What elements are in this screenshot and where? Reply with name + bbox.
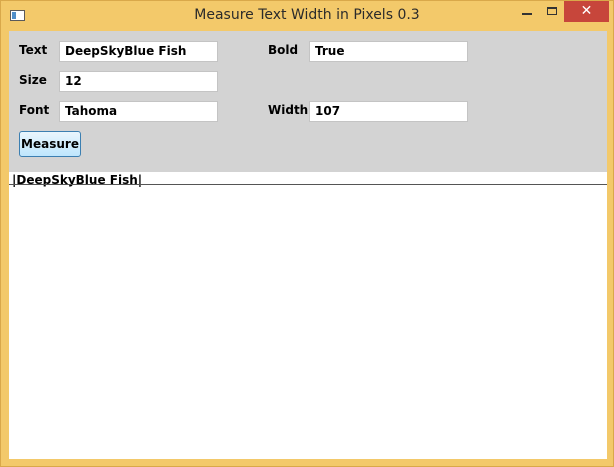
measure-button[interactable]: Measure	[19, 131, 81, 157]
size-label: Size	[19, 73, 47, 87]
bold-field[interactable]: True	[309, 41, 468, 62]
minimize-button[interactable]	[514, 1, 540, 22]
close-button[interactable]: ✕	[564, 1, 609, 22]
text-preview-canvas: |DeepSkyBlue Fish|	[9, 172, 607, 459]
text-label: Text	[19, 43, 48, 57]
minimize-icon	[522, 13, 532, 15]
font-field[interactable]: Tahoma	[59, 101, 218, 122]
app-window: Measure Text Width in Pixels 0.3 ✕ Text …	[0, 0, 614, 467]
font-label: Font	[19, 103, 50, 117]
controls-panel: Text DeepSkyBlue Fish Size 12 Font Tahom…	[9, 31, 607, 172]
width-field[interactable]: 107	[309, 101, 468, 122]
maximize-icon	[547, 7, 557, 15]
close-icon: ✕	[580, 3, 593, 19]
bold-label: Bold	[268, 43, 299, 57]
width-label: Width	[268, 103, 309, 117]
title-bar[interactable]: Measure Text Width in Pixels 0.3 ✕	[1, 1, 613, 31]
baseline-divider	[9, 184, 607, 185]
size-field[interactable]: 12	[59, 71, 218, 92]
text-field[interactable]: DeepSkyBlue Fish	[59, 41, 218, 62]
maximize-button[interactable]	[540, 1, 566, 22]
